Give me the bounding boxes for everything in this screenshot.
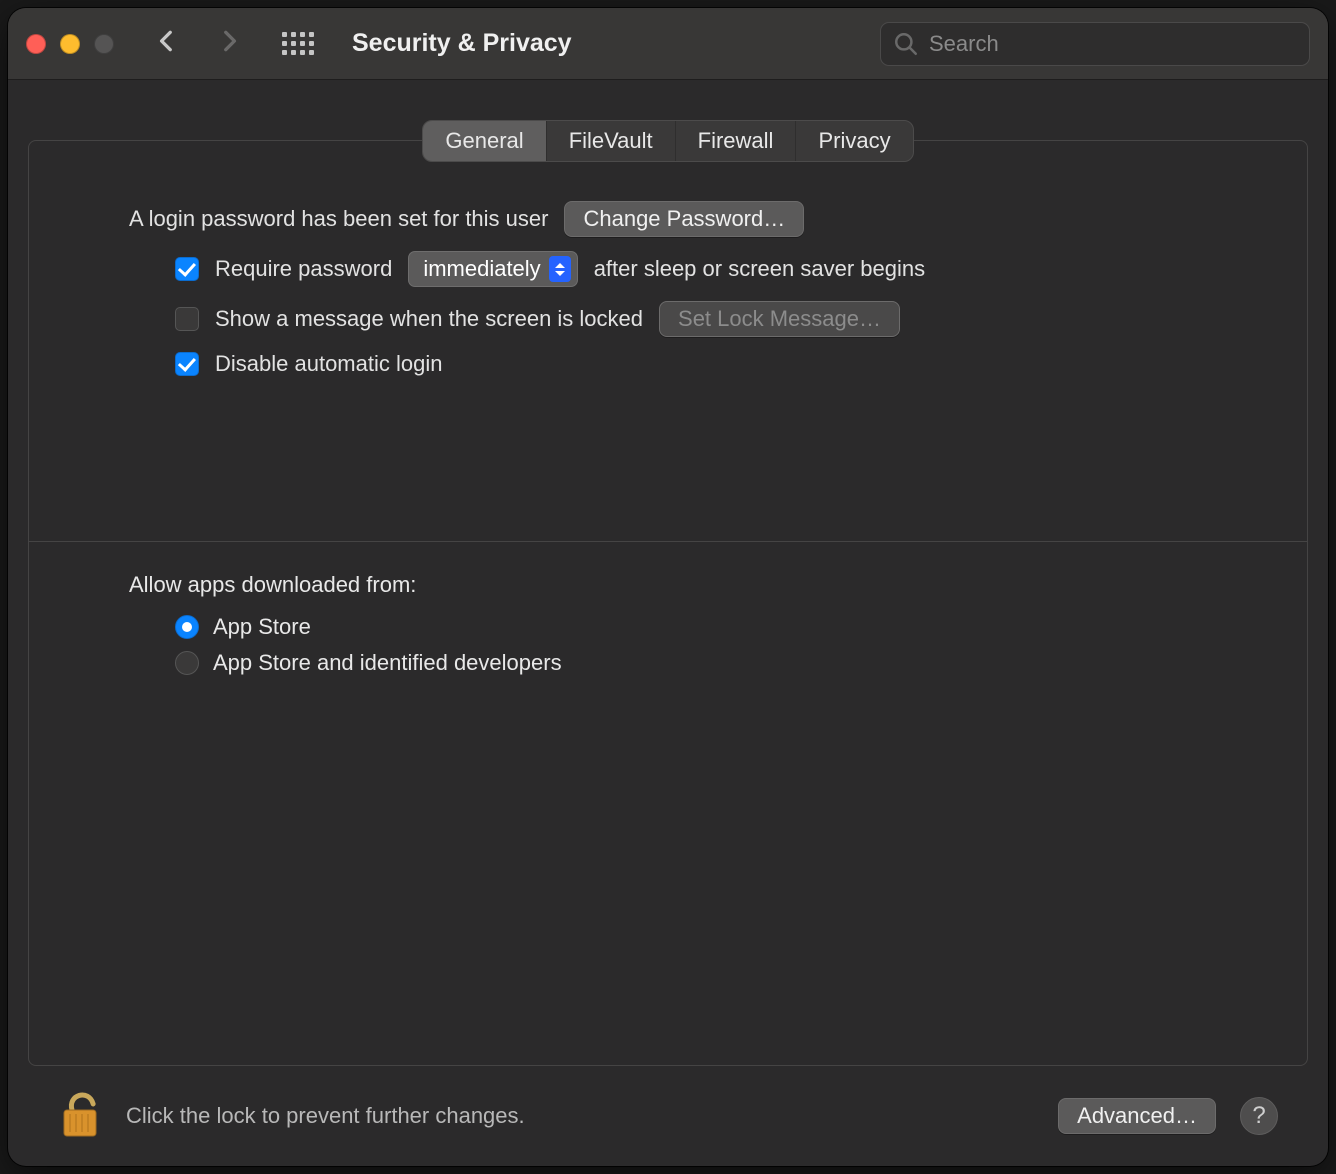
tab-general[interactable]: General — [423, 121, 546, 161]
minimize-button[interactable] — [60, 34, 80, 54]
change-password-button[interactable]: Change Password… — [564, 201, 804, 237]
window-title: Security & Privacy — [352, 29, 572, 58]
tab-privacy[interactable]: Privacy — [796, 121, 912, 161]
set-lock-message-button[interactable]: Set Lock Message… — [659, 301, 900, 337]
allow-apps-label: Allow apps downloaded from: — [129, 572, 1207, 598]
search-placeholder: Search — [929, 31, 999, 57]
back-button[interactable] — [154, 28, 180, 59]
allow-apps-radio-appstore[interactable] — [175, 615, 199, 639]
titlebar: Security & Privacy Search — [8, 8, 1328, 80]
preferences-window: Security & Privacy Search General FileVa… — [8, 8, 1328, 1166]
general-panel: A login password has been set for this u… — [28, 140, 1308, 1066]
require-password-delay-value: immediately — [423, 256, 540, 282]
require-password-delay-popup[interactable]: immediately — [408, 251, 577, 287]
content-area: General FileVault Firewall Privacy A log… — [8, 80, 1328, 1166]
allow-apps-option-1: App Store and identified developers — [213, 650, 562, 676]
login-password-label: A login password has been set for this u… — [129, 206, 548, 232]
require-password-prefix: Require password — [215, 256, 392, 282]
show-lock-message-label: Show a message when the screen is locked — [215, 306, 643, 332]
lock-hint-text: Click the lock to prevent further change… — [126, 1103, 525, 1129]
tab-filevault[interactable]: FileVault — [547, 121, 676, 161]
divider — [29, 541, 1307, 542]
disable-auto-login-checkbox[interactable] — [175, 352, 199, 376]
allow-apps-option-0: App Store — [213, 614, 311, 640]
require-password-suffix: after sleep or screen saver begins — [594, 256, 925, 282]
close-button[interactable] — [26, 34, 46, 54]
help-button[interactable]: ? — [1240, 1097, 1278, 1135]
tab-firewall[interactable]: Firewall — [676, 121, 797, 161]
tab-bar: General FileVault Firewall Privacy — [422, 120, 913, 162]
stepper-icon — [549, 256, 571, 282]
footer: Click the lock to prevent further change… — [28, 1066, 1308, 1166]
show-lock-message-checkbox[interactable] — [175, 307, 199, 331]
advanced-button[interactable]: Advanced… — [1058, 1098, 1216, 1134]
window-controls — [26, 34, 114, 54]
forward-button[interactable] — [216, 28, 242, 59]
lock-icon[interactable] — [58, 1088, 102, 1145]
allow-apps-radio-identified[interactable] — [175, 651, 199, 675]
show-all-button[interactable] — [282, 32, 314, 55]
disable-auto-login-label: Disable automatic login — [215, 351, 442, 377]
zoom-button[interactable] — [94, 34, 114, 54]
nav-buttons — [154, 28, 242, 59]
require-password-checkbox[interactable] — [175, 257, 199, 281]
search-input[interactable]: Search — [880, 22, 1310, 66]
search-icon — [893, 31, 919, 57]
allow-apps-radio-group: App Store App Store and identified devel… — [175, 614, 1207, 676]
